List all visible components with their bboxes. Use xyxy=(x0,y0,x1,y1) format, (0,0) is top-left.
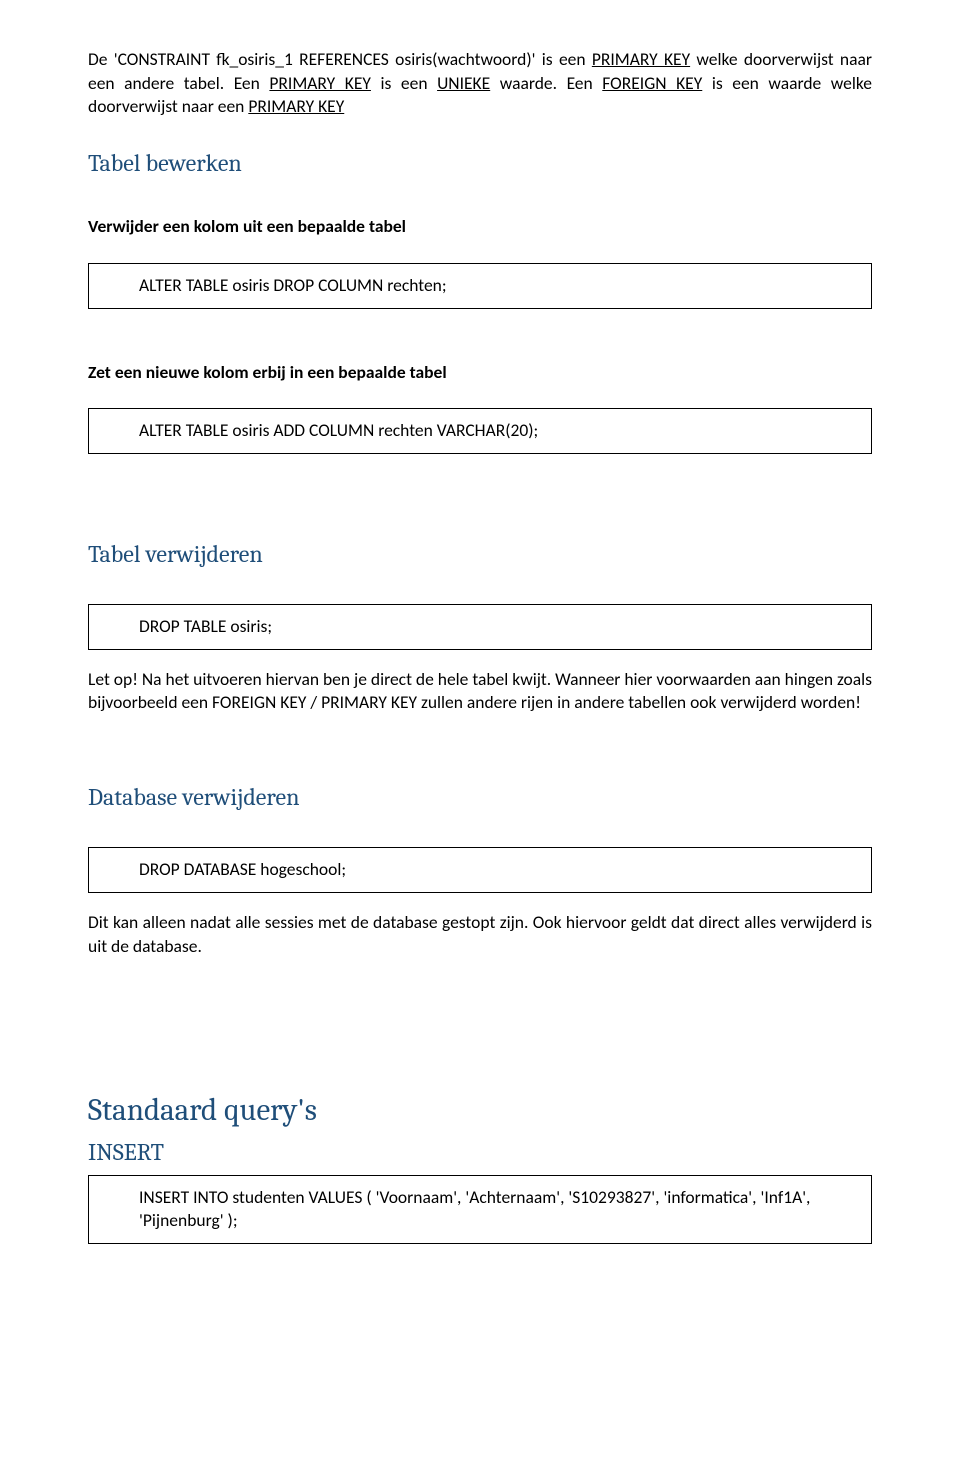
codebox-alter-drop: ALTER TABLE osiris DROP COLUMN rechten; xyxy=(88,263,872,309)
heading-standaard-querys: Standaard query's xyxy=(88,1090,872,1132)
code-alter-add: ALTER TABLE osiris ADD COLUMN rechten VA… xyxy=(139,419,538,441)
sub-nieuwe-kolom: Zet een nieuwe kolom erbij in een bepaal… xyxy=(88,361,872,385)
intro-underline-2: PRIMARY KEY xyxy=(269,72,371,94)
heading-tabel-bewerken: Tabel bewerken xyxy=(88,147,872,179)
heading-tabel-verwijderen: Tabel verwijderen xyxy=(88,538,872,570)
intro-text-d: waarde. Een xyxy=(490,72,602,94)
code-insert-line1: INSERT INTO studenten VALUES ( 'Voornaam… xyxy=(139,1186,859,1210)
codebox-drop-table: DROP TABLE osiris; xyxy=(88,604,872,650)
code-drop-table: DROP TABLE osiris; xyxy=(139,615,272,637)
intro-underline-4: FOREIGN KEY xyxy=(602,72,702,94)
codebox-alter-add: ALTER TABLE osiris ADD COLUMN rechten VA… xyxy=(88,408,872,454)
codebox-drop-database: DROP DATABASE hogeschool; xyxy=(88,847,872,893)
sub-verwijder-kolom: Verwijder een kolom uit een bepaalde tab… xyxy=(88,215,872,239)
heading-insert: INSERT xyxy=(88,1136,872,1168)
intro-underline-1: PRIMARY KEY xyxy=(592,48,690,70)
note-drop-table: Let op! Na het uitvoeren hiervan ben je … xyxy=(88,668,872,715)
intro-underline-3: UNIEKE xyxy=(437,72,490,94)
intro-paragraph: De 'CONSTRAINT fk_osiris_1 REFERENCES os… xyxy=(88,48,872,119)
codebox-insert: INSERT INTO studenten VALUES ( 'Voornaam… xyxy=(88,1175,872,1244)
code-alter-drop: ALTER TABLE osiris DROP COLUMN rechten; xyxy=(139,274,447,296)
code-drop-database: DROP DATABASE hogeschool; xyxy=(139,858,346,880)
note-drop-database: Dit kan alleen nadat alle sessies met de… xyxy=(88,911,872,958)
intro-text-c: is een xyxy=(371,72,437,94)
code-insert-line2: 'Pijnenburg' ); xyxy=(139,1209,859,1233)
intro-underline-5: PRIMARY KEY xyxy=(248,95,344,117)
heading-database-verwijderen: Database verwijderen xyxy=(88,781,872,813)
intro-text-a: De 'CONSTRAINT fk_osiris_1 REFERENCES os… xyxy=(88,48,592,70)
